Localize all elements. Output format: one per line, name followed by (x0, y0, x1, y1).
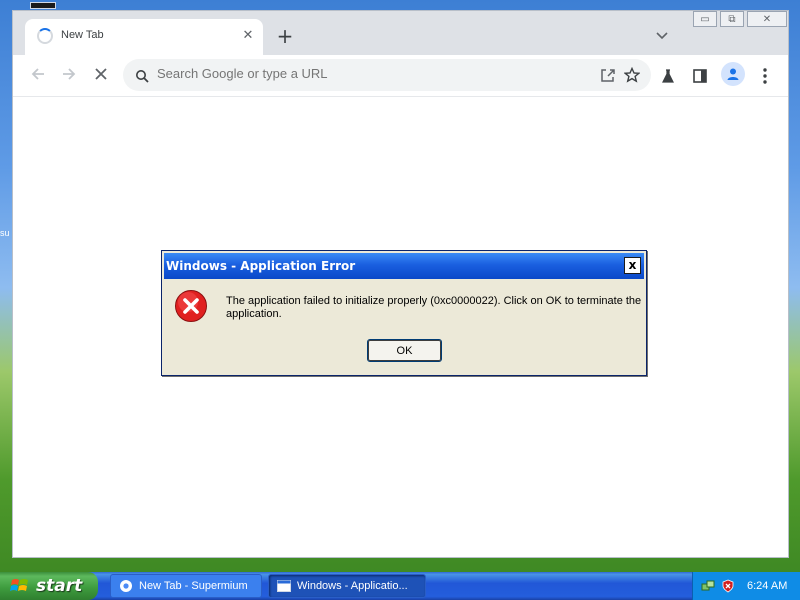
dialog-close-button[interactable]: x (624, 257, 641, 274)
taskbar-button-label: Windows - Applicatio... (297, 580, 408, 592)
omnibox[interactable] (123, 59, 651, 91)
taskbar-button-label: New Tab - Supermium (139, 580, 248, 592)
network-icon[interactable] (701, 579, 715, 593)
system-tray: 6:24 AM (692, 572, 800, 600)
loading-spinner-icon (37, 28, 53, 44)
desktop-icon[interactable] (30, 2, 56, 9)
restore-button[interactable]: ⧉ (720, 11, 744, 27)
menu-icon[interactable] (757, 65, 773, 87)
tab-search-icon[interactable] (651, 27, 673, 47)
desktop-label-fragment: su (0, 228, 10, 238)
labs-flask-icon[interactable] (658, 66, 678, 86)
side-panel-icon[interactable] (690, 66, 710, 86)
dialog-message: The application failed to initialize pro… (226, 295, 642, 320)
clock: 6:24 AM (747, 580, 788, 592)
close-window-button[interactable]: ✕ (747, 11, 787, 27)
share-icon[interactable] (599, 66, 617, 84)
windows-logo-icon (10, 579, 28, 591)
window-controls: ▭ ⧉ ✕ (693, 11, 787, 29)
search-icon (135, 68, 149, 83)
new-tab-button[interactable]: + (273, 25, 297, 49)
start-button[interactable]: start (0, 572, 98, 600)
dialog-titlebar[interactable]: Windows - Application Error x (164, 253, 644, 279)
address-input[interactable] (157, 66, 557, 81)
tab-strip: New Tab ✕ + ▭ ⧉ ✕ (13, 11, 788, 55)
error-icon (174, 289, 208, 323)
bookmark-star-icon[interactable] (623, 66, 641, 84)
ok-button[interactable]: OK (367, 339, 442, 362)
window-icon (277, 580, 291, 592)
profile-icon[interactable] (721, 62, 745, 86)
stop-loading-icon[interactable] (90, 65, 112, 87)
taskbar: start New Tab - Supermium Windows - Appl… (0, 572, 800, 600)
taskbar-button-browser[interactable]: New Tab - Supermium (110, 574, 262, 598)
tab-new-tab[interactable]: New Tab ✕ (25, 19, 263, 55)
browser-toolbar (13, 55, 788, 97)
tab-title: New Tab (61, 29, 104, 41)
browser-icon (120, 580, 132, 592)
taskbar-button-error-dialog[interactable]: Windows - Applicatio... (268, 574, 426, 598)
forward-arrow-icon[interactable] (58, 65, 80, 87)
security-shield-icon[interactable] (721, 579, 735, 593)
start-label: start (36, 576, 83, 596)
dialog-title: Windows - Application Error (166, 259, 356, 273)
back-arrow-icon[interactable] (27, 65, 49, 87)
tab-close-icon[interactable]: ✕ (239, 27, 257, 45)
minimize-button[interactable]: ▭ (693, 11, 717, 27)
application-error-dialog: Windows - Application Error x The applic… (161, 250, 647, 376)
